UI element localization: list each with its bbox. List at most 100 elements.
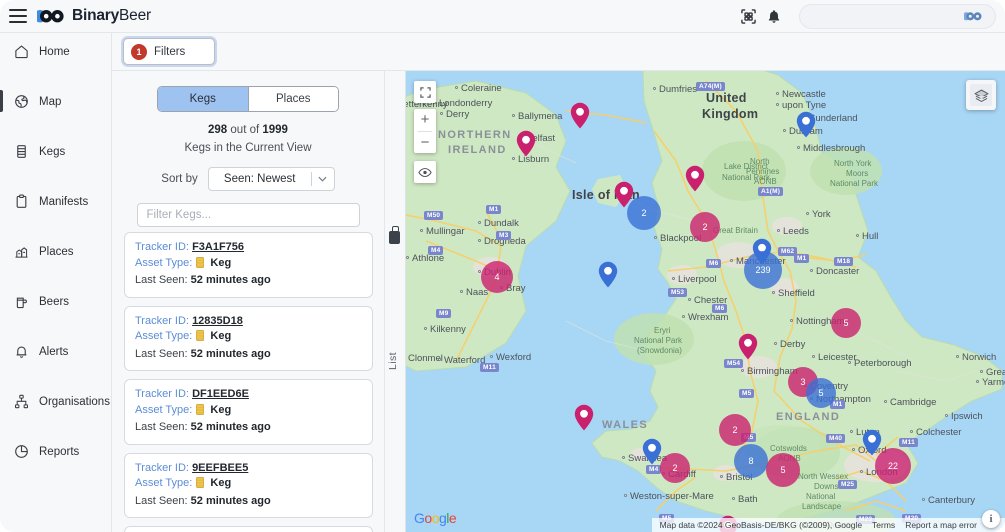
motorway-shield: M25 (838, 480, 858, 489)
map-city-dot (852, 448, 855, 451)
qr-scan-icon[interactable] (735, 3, 761, 29)
tracker-id-value[interactable]: 9EEFBEE5 (192, 462, 248, 474)
filter-kegs-input[interactable] (146, 209, 350, 221)
location-pin-icon (642, 438, 662, 465)
map-cluster-marker[interactable]: 2 (719, 414, 751, 446)
map-canvas[interactable]: UnitedKingdomColeraineLondonderryDerryLe… (406, 71, 1005, 532)
asset-type-label: Asset Type: (135, 256, 193, 269)
map-city-dot (790, 319, 793, 322)
map-cluster-marker[interactable]: 2 (627, 196, 661, 230)
binarybeer-mark-icon (37, 9, 64, 22)
chevron-down-icon (312, 176, 334, 182)
map-pin-marker[interactable] (796, 111, 816, 143)
map-cluster-marker[interactable]: 5 (831, 308, 861, 338)
map-pin-marker[interactable] (598, 261, 618, 293)
beer-mug-icon (13, 293, 30, 310)
sidebar-item-places[interactable]: Places (0, 239, 111, 264)
content-toolbar: 1 Filters (112, 33, 1005, 71)
map-city-dot (856, 234, 859, 237)
sidebar-item-label: Kegs (39, 145, 66, 158)
map-pin-marker[interactable] (738, 333, 758, 365)
sidebar-item-beers[interactable]: Beers (0, 289, 111, 314)
asset-type-row: Asset Type: Keg (135, 403, 362, 421)
map-city-dot (910, 430, 913, 433)
filter-kegs-field[interactable] (136, 203, 360, 227)
list-item[interactable]: Tracker ID: 12835D18 Asset Type: Keg Las… (124, 305, 373, 371)
eye-icon[interactable] (414, 161, 436, 183)
asset-type-value: Keg (210, 256, 232, 269)
map-cluster-marker[interactable]: 239 (744, 251, 782, 289)
map-city-dot (455, 86, 458, 89)
sort-select-value: Seen: Newest (223, 173, 296, 185)
report-map-error-link[interactable]: Report a map error (905, 520, 977, 530)
sidebar-item-map[interactable]: Map (0, 89, 111, 114)
tracker-id-value[interactable]: F3A1F756 (192, 241, 244, 253)
sidebar-item-home[interactable]: Home (0, 39, 111, 64)
kegs-list[interactable]: Tracker ID: F3A1F756 Asset Type: Keg Las… (112, 232, 384, 532)
motorway-shield: M3 (496, 231, 512, 240)
zoom-in-button[interactable]: + (414, 109, 436, 131)
last-seen-row: Last Seen: 52 minutes ago (135, 273, 362, 289)
last-seen-row: Last Seen: 52 minutes ago (135, 494, 362, 510)
rail-list-label: List (387, 352, 399, 370)
sidebar-item-kegs[interactable]: Kegs (0, 139, 111, 164)
map-city-dot (512, 114, 515, 117)
map-city-dot (774, 342, 777, 345)
map-city-dot (654, 236, 657, 239)
panel-resize-handle[interactable] (389, 226, 400, 244)
sidebar-item-alerts[interactable]: Alerts (0, 339, 111, 364)
asset-type-row: Asset Type: Keg (135, 256, 362, 274)
bell-icon[interactable] (761, 3, 787, 29)
map-cluster-marker[interactable]: 2 (690, 212, 720, 242)
map-pin-marker[interactable] (516, 130, 536, 162)
map-cluster-marker[interactable]: 2 (660, 453, 690, 483)
keg-icon (196, 477, 205, 494)
map-city-dot (624, 494, 627, 497)
terms-link[interactable]: Terms (872, 520, 895, 530)
map-cluster-marker[interactable]: 4 (481, 261, 513, 293)
map-pin-marker[interactable] (574, 404, 594, 436)
sort-label: Sort by (161, 173, 198, 185)
tracker-id-value[interactable]: 12835D18 (192, 315, 243, 327)
map-city-dot (777, 229, 780, 232)
location-pin-icon (685, 165, 705, 192)
map-city-dot (884, 400, 887, 403)
tab-kegs[interactable]: Kegs (158, 87, 248, 111)
tracker-id-label: Tracker ID: (135, 314, 189, 327)
map-cluster-marker[interactable]: 5 (806, 378, 836, 408)
list-item[interactable]: Tracker ID: 8E068F7C Asset Type: Keg Las… (124, 526, 373, 532)
map-pin-marker[interactable] (685, 165, 705, 197)
map-cluster-marker[interactable]: 22 (875, 448, 911, 484)
hamburger-menu-icon[interactable] (9, 9, 27, 23)
list-item[interactable]: Tracker ID: DF1EED6E Asset Type: Keg Las… (124, 379, 373, 445)
sidebar-item-manifests[interactable]: Manifests (0, 189, 111, 214)
map-city-dot (922, 498, 925, 501)
brand-logo[interactable]: BinaryBeer (37, 7, 151, 25)
user-avatar[interactable] (799, 3, 996, 29)
last-seen-row: Last Seen: 52 minutes ago (135, 347, 362, 363)
zoom-out-button[interactable]: − (414, 132, 436, 154)
map-pin-marker[interactable] (642, 438, 662, 470)
filters-button[interactable]: 1 Filters (123, 38, 215, 65)
map-cluster-marker[interactable]: 8 (734, 444, 768, 478)
sidebar-item-label: Organisations (39, 395, 110, 408)
tracker-id-value[interactable]: DF1EED6E (192, 388, 249, 400)
map-pin-marker[interactable] (570, 102, 590, 134)
tab-places[interactable]: Places (247, 87, 338, 111)
map-info-button[interactable]: i (982, 510, 1000, 528)
brand-name: BinaryBeer (72, 7, 151, 25)
last-seen-value: 52 minutes ago (190, 274, 271, 286)
list-item[interactable]: Tracker ID: F3A1F756 Asset Type: Keg Las… (124, 232, 373, 298)
map-city-dot (512, 157, 515, 160)
sidebar-item-reports[interactable]: Reports (0, 439, 111, 464)
list-item[interactable]: Tracker ID: 9EEFBEE5 Asset Type: Keg Las… (124, 452, 373, 518)
fullscreen-icon[interactable] (414, 81, 436, 103)
sidebar-item-organisations[interactable]: Organisations (0, 389, 111, 414)
map-city-dot (945, 414, 948, 417)
attribution-text: Map data ©2024 GeoBasis-DE/BKG (©2009), … (659, 520, 863, 530)
map-cluster-marker[interactable]: 5 (766, 453, 800, 487)
motorway-shield: M11 (899, 438, 918, 447)
sidebar-item-label: Alerts (39, 345, 69, 358)
layers-button[interactable] (966, 80, 996, 110)
sort-select[interactable]: Seen: Newest (207, 167, 335, 191)
